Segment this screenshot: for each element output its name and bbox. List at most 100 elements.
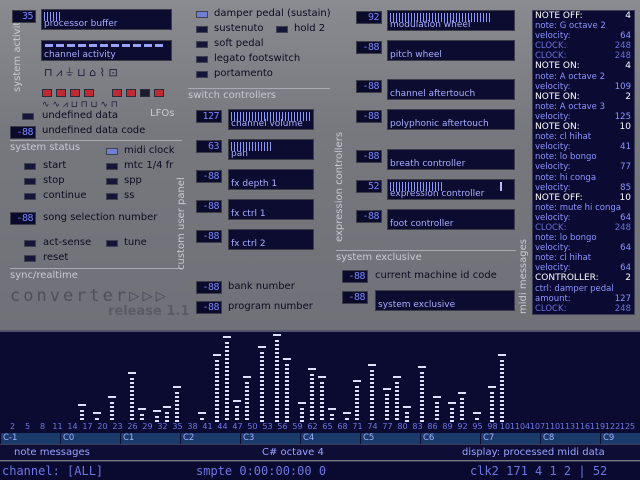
note-number-label: 44 bbox=[217, 422, 228, 431]
foot-display[interactable]: foot controller bbox=[387, 209, 515, 230]
channel-aftertouch-display[interactable]: channel aftertouch bbox=[387, 79, 515, 100]
note-number-label: 125 bbox=[619, 422, 636, 431]
midi-message-key: CLOCK: bbox=[535, 222, 567, 233]
modulation-display[interactable]: modulation wheel bbox=[387, 10, 515, 31]
expression-display[interactable]: expression controller bbox=[387, 179, 515, 200]
pan-display[interactable]: pan bbox=[228, 139, 314, 160]
channel-aftertouch-value: -88 bbox=[356, 80, 382, 93]
midi-message-value: 85 bbox=[620, 182, 631, 193]
midi-message-value: 127 bbox=[614, 293, 631, 304]
lfo-knob-2[interactable] bbox=[56, 89, 66, 97]
sysex-display[interactable]: system exclusive bbox=[375, 290, 515, 311]
channel-volume-display[interactable]: channel volume bbox=[228, 109, 314, 130]
act-sense-indicator[interactable] bbox=[24, 240, 36, 247]
octave-row[interactable]: C-1 C0 C1 C2 C3 C4 C5 C6 C7 C8 C9 bbox=[0, 433, 640, 444]
midi-message-value: 10 bbox=[619, 122, 631, 133]
fx-depth-value: -88 bbox=[196, 170, 222, 183]
octave-label[interactable]: C9 bbox=[600, 433, 640, 444]
velocity-bar bbox=[450, 408, 454, 422]
midi-clock-indicator[interactable] bbox=[106, 148, 118, 155]
note-number-label: 5 bbox=[24, 422, 31, 431]
octave-label[interactable]: C-1 bbox=[0, 433, 60, 444]
velocity-peak-marker bbox=[328, 408, 336, 410]
status-left: note messages bbox=[14, 447, 90, 458]
ss-indicator[interactable] bbox=[106, 193, 118, 200]
soft-pedal-indicator[interactable] bbox=[196, 41, 208, 48]
midi-message-value: 248 bbox=[614, 51, 631, 62]
poly-aftertouch-display[interactable]: polyphonic aftertouch bbox=[387, 109, 515, 130]
fx-ctrl1-display[interactable]: fx ctrl 1 bbox=[228, 199, 314, 220]
octave-label[interactable]: C3 bbox=[240, 433, 300, 444]
note-number-label: 86 bbox=[427, 422, 438, 431]
midi-message-row: note: mute hi conga bbox=[533, 203, 634, 213]
octave-label[interactable]: C7 bbox=[480, 433, 540, 444]
midi-message-row: velocity: 64 bbox=[533, 213, 634, 223]
bank-number-label: bank number bbox=[228, 281, 295, 292]
lfo-knob-8[interactable] bbox=[154, 89, 164, 97]
status-center: C# octave 4 bbox=[262, 447, 324, 458]
midi-message-key: velocity: bbox=[535, 111, 571, 122]
undefined-data-indicator[interactable] bbox=[22, 113, 34, 120]
damper-indicator[interactable] bbox=[196, 11, 208, 18]
midi-clock-label: midi clock bbox=[124, 145, 175, 156]
lfo-knob-6[interactable] bbox=[126, 89, 136, 97]
continue-indicator[interactable] bbox=[24, 193, 36, 200]
spp-indicator[interactable] bbox=[106, 178, 118, 185]
velocity-bar bbox=[130, 378, 134, 422]
octave-label[interactable]: C8 bbox=[540, 433, 600, 444]
lfo-knob-4[interactable] bbox=[84, 89, 94, 97]
midi-message-key: note: G octave 2 bbox=[535, 21, 606, 32]
midi-message-row: ctrl: damper pedal bbox=[533, 284, 634, 294]
note-number-label: 59 bbox=[292, 422, 303, 431]
octave-label[interactable]: C4 bbox=[300, 433, 360, 444]
pitch-wheel-label: pitch wheel bbox=[390, 50, 442, 60]
velocity-bar bbox=[245, 382, 249, 422]
note-number-label: 80 bbox=[397, 422, 408, 431]
midi-message-row: note: lo bongo bbox=[533, 152, 634, 162]
portamento-indicator[interactable] bbox=[196, 71, 208, 78]
stop-indicator[interactable] bbox=[24, 178, 36, 185]
lfo-knob-3[interactable] bbox=[70, 89, 80, 97]
fx-depth-display[interactable]: fx depth 1 bbox=[228, 169, 314, 190]
octave-label[interactable]: C5 bbox=[360, 433, 420, 444]
midi-message-key: note: lo bongo bbox=[535, 152, 597, 163]
sustenuto-indicator[interactable] bbox=[196, 26, 208, 33]
note-number-label: 83 bbox=[412, 422, 423, 431]
midi-message-key: note: cl hihat bbox=[535, 132, 592, 143]
tune-indicator[interactable] bbox=[106, 240, 118, 247]
pitch-wheel-display[interactable]: pitch wheel bbox=[387, 40, 515, 61]
reset-indicator[interactable] bbox=[24, 255, 36, 262]
velocity-peak-marker bbox=[283, 358, 291, 360]
note-number-label: 56 bbox=[277, 422, 288, 431]
hold2-indicator[interactable] bbox=[276, 26, 288, 33]
midi-message-key: velocity: bbox=[535, 212, 571, 223]
midi-message-key: NOTE ON: bbox=[535, 61, 580, 72]
midi-messages-list[interactable]: NOTE OFF: 4 note: G octave 2 velocity: 64 CLO… bbox=[532, 10, 635, 315]
note-number-label: 50 bbox=[247, 422, 258, 431]
midi-messages-label: midi messages bbox=[518, 239, 529, 314]
note-number-label: 53 bbox=[262, 422, 273, 431]
lfo-knob-1[interactable] bbox=[42, 89, 52, 97]
status-bar: note messages C# octave 4 display: proce… bbox=[0, 444, 640, 460]
note-number-label: 77 bbox=[382, 422, 393, 431]
start-indicator[interactable] bbox=[24, 163, 36, 170]
octave-label[interactable]: C1 bbox=[120, 433, 180, 444]
mtc-indicator[interactable] bbox=[106, 163, 118, 170]
octave-label[interactable]: C6 bbox=[420, 433, 480, 444]
midi-message-value: 4 bbox=[625, 11, 631, 21]
fx-ctrl2-display[interactable]: fx ctrl 2 bbox=[228, 229, 314, 250]
octave-label[interactable]: C2 bbox=[180, 433, 240, 444]
velocity-peak-marker bbox=[78, 404, 86, 406]
breath-display[interactable]: breath controller bbox=[387, 149, 515, 170]
velocity-peak-marker bbox=[448, 402, 456, 404]
note-number-label: 38 bbox=[187, 422, 198, 431]
midi-message-value: 64 bbox=[620, 263, 631, 274]
foot-label: foot controller bbox=[390, 219, 454, 229]
lfo-knob-7[interactable] bbox=[140, 89, 150, 97]
velocity-peak-marker bbox=[383, 388, 391, 390]
octave-label[interactable]: C0 bbox=[60, 433, 120, 444]
lfo-waveform-icons: ⊓ ⩘ ⏚ ⊔ ⌂ ⌇ ⊡ bbox=[44, 66, 118, 79]
lfo-knob-5[interactable] bbox=[112, 89, 122, 97]
midi-message-row: note: cl hihat bbox=[533, 132, 634, 142]
legato-indicator[interactable] bbox=[196, 56, 208, 63]
